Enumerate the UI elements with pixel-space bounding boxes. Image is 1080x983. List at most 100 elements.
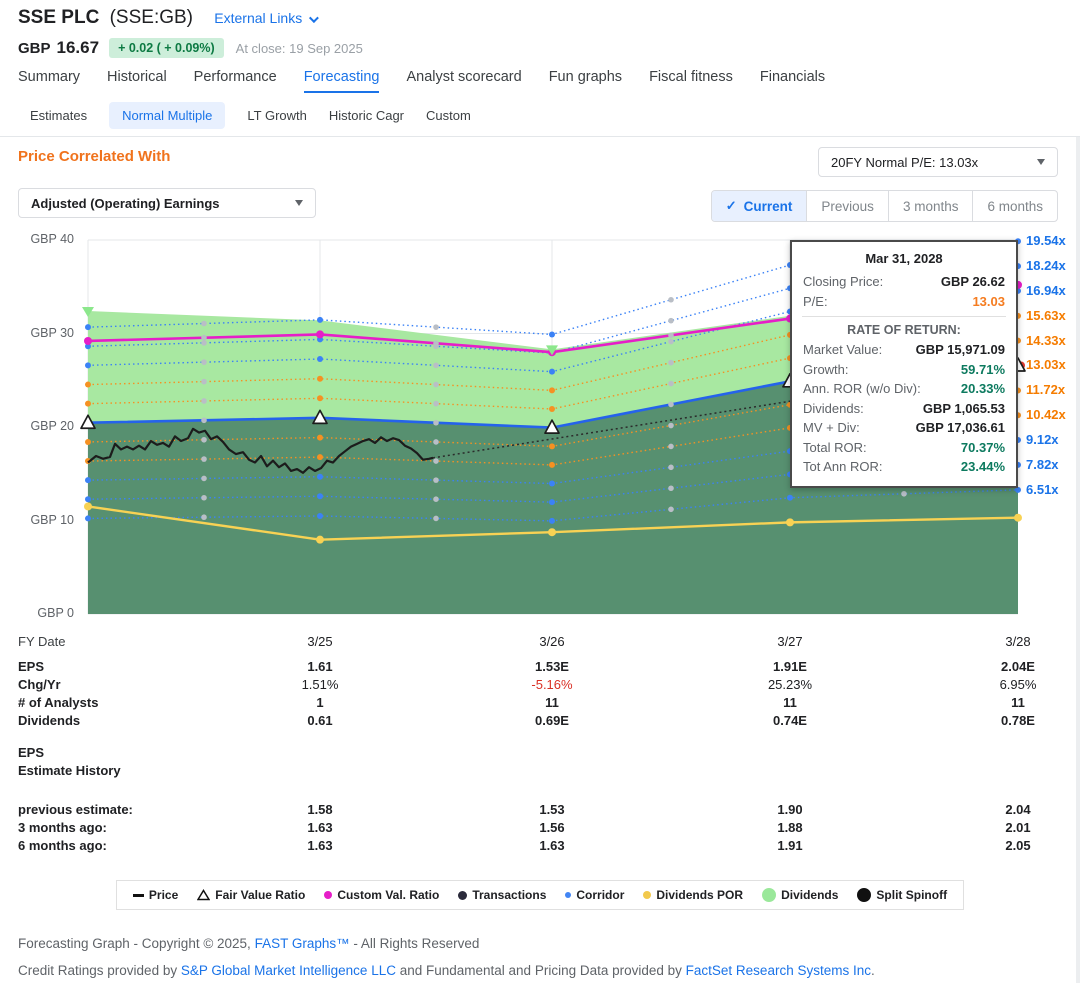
table-row: 6 months ago: 1.63 1.63 1.91 2.05: [0, 838, 1080, 856]
6-months-ago-value: 1.91: [777, 838, 803, 853]
check-icon: ✓: [725, 198, 737, 213]
subtab-estimates[interactable]: Estimates: [30, 108, 87, 123]
tab-forecasting[interactable]: Forecasting: [303, 69, 380, 93]
dividends-value: 0.74E: [773, 713, 807, 728]
analysts-value: 11: [1011, 695, 1025, 710]
table-row: # of Analysts 1 11 11 11: [0, 695, 1080, 713]
legend-transactions: Transactions: [458, 888, 546, 902]
credits-line: Credit Ratings provided by S&P Global Ma…: [18, 963, 875, 978]
copyright-line: Forecasting Graph - Copyright © 2025, FA…: [18, 936, 479, 951]
tab-historical[interactable]: Historical: [107, 69, 167, 93]
3-months-button[interactable]: 3 months: [887, 191, 973, 221]
price-correlated-heading: Price Correlated With: [18, 148, 171, 165]
tab-performance[interactable]: Performance: [194, 69, 277, 93]
tooltip-ann-ror: 20.33%: [960, 381, 1005, 396]
multiple-axis-label: 6.51x: [1026, 481, 1059, 497]
legend-price: Price: [132, 888, 179, 902]
tooltip-market-value: GBP 15,971.09: [915, 342, 1005, 357]
custom-valuation-dot-icon: [324, 891, 333, 899]
copyright-text: - All Rights Reserved: [349, 936, 480, 951]
price-value: 16.67: [56, 38, 100, 57]
6-months-ago-value: 2.05: [1005, 838, 1031, 853]
eps-label: EPS: [18, 659, 45, 674]
sub-nav: Estimates Normal Multiple LT Growth Hist…: [30, 102, 471, 129]
tooltip-label: MV + Div:: [803, 420, 860, 435]
current-button[interactable]: ✓ Current: [711, 191, 807, 221]
multiple-axis-label: 9.12x: [1026, 432, 1059, 448]
price-row: GBP 16.67 + 0.02 ( + 0.09%) At close: 19…: [18, 38, 363, 58]
subtab-normal-multiple[interactable]: Normal Multiple: [109, 102, 226, 129]
analysts-value: 11: [545, 695, 559, 710]
tooltip-label: Dividends:: [803, 400, 864, 416]
chart-tooltip: Mar 31, 2028 Closing Price: GBP 26.62 P/E…: [790, 240, 1018, 488]
6-months-ago-value: 1.63: [307, 838, 333, 853]
table-row: FY Date 3/25 3/26 3/27 3/28: [0, 634, 1080, 652]
company-name: SSE PLC: [18, 7, 100, 28]
caret-down-icon: [295, 200, 303, 206]
ticker-symbol: (SSE:GB): [109, 7, 193, 28]
controls-section: Price Correlated With 20FY Normal P/E: 1…: [0, 137, 1080, 228]
multiple-axis-label: 7.82x: [1026, 456, 1059, 472]
external-links-label: External Links: [214, 10, 303, 26]
y-axis-label: GBP 30: [30, 325, 74, 340]
previous-estimate-value: 2.04: [1005, 802, 1031, 817]
previous-button[interactable]: Previous: [806, 191, 888, 221]
legend-label: Price: [148, 888, 179, 902]
dividends-value: 0.61: [307, 713, 333, 728]
dividends-value: 0.78E: [1001, 713, 1035, 728]
fast-graphs-link[interactable]: FAST Graphs™: [255, 936, 350, 951]
fy-date: 3/28: [1005, 634, 1031, 649]
section-header: EPS: [0, 745, 1080, 763]
multiple-axis-label: 11.72x: [1026, 382, 1066, 398]
header: SSE PLC (SSE:GB) External Links GBP 16.6…: [0, 0, 1080, 137]
subtab-custom[interactable]: Custom: [426, 108, 471, 123]
tooltip-label: Closing Price:: [803, 274, 884, 289]
chg-yr-value: 1.51%: [301, 677, 339, 692]
tab-fun-graphs[interactable]: Fun graphs: [549, 69, 622, 93]
forecasting-chart[interactable]: GBP 40 GBP 30 GBP 20 GBP 10 GBP 0 19.54x 18.2…: [0, 228, 1080, 640]
fy-date: 3/26: [539, 634, 565, 649]
y-axis-label: GBP 0: [37, 606, 74, 620]
3-months-ago-label: 3 months ago:: [18, 820, 107, 835]
tooltip-label: Total ROR:: [803, 439, 867, 455]
current-button-label: Current: [743, 198, 793, 214]
multiple-axis-label: 10.42x: [1026, 407, 1066, 423]
y-axis-label: GBP 40: [30, 232, 74, 246]
subtab-lt-growth[interactable]: LT Growth: [247, 108, 306, 123]
3-months-ago-value: 2.01: [1005, 820, 1031, 835]
normal-pe-dropdown-value: 20FY Normal P/E: 13.03x: [831, 154, 979, 170]
metric-dropdown-value: Adjusted (Operating) Earnings: [31, 195, 220, 211]
sp-global-link[interactable]: S&P Global Market Intelligence LLC: [181, 963, 396, 978]
tooltip-divider: [802, 316, 1006, 317]
multiple-axis-label: 18.24x: [1026, 258, 1066, 274]
legend-label: Dividends: [781, 888, 839, 902]
legend-dividends-por: Dividends POR: [643, 888, 743, 902]
scroll-strip[interactable]: [1076, 137, 1080, 983]
tab-fiscal-fitness[interactable]: Fiscal fitness: [649, 69, 733, 93]
previous-estimate-label: previous estimate:: [18, 802, 133, 817]
legend-label: Fair Value Ratio: [215, 888, 306, 902]
legend-split-spinoff: Split Spinoff: [857, 888, 947, 902]
eps-value: 1.61: [307, 659, 333, 674]
eps-value: 1.53E: [535, 659, 569, 674]
legend-label: Corridor: [576, 888, 625, 902]
section-header: Estimate History: [0, 763, 1080, 781]
chg-yr-value: 25.23%: [767, 677, 813, 692]
external-links-dropdown[interactable]: External Links: [214, 10, 320, 26]
tab-analyst-scorecard[interactable]: Analyst scorecard: [406, 69, 521, 93]
price-axis: GBP 40 GBP 30 GBP 20 GBP 10 GBP 0: [0, 228, 80, 640]
6-months-button[interactable]: 6 months: [972, 191, 1057, 221]
legend-label: Custom Val. Ratio: [337, 888, 440, 902]
tooltip-label: Market Value:: [803, 342, 883, 357]
dividends-label: Dividends: [18, 713, 81, 728]
tab-financials[interactable]: Financials: [760, 69, 825, 93]
previous-estimate-value: 1.58: [307, 802, 333, 817]
subtab-historic-cagr[interactable]: Historic Cagr: [329, 108, 404, 123]
tab-summary[interactable]: Summary: [18, 69, 80, 93]
metric-dropdown[interactable]: Adjusted (Operating) Earnings: [18, 188, 316, 218]
6-months-ago-label: 6 months ago:: [18, 838, 107, 853]
legend-label: Dividends POR: [656, 888, 744, 902]
normal-pe-dropdown[interactable]: 20FY Normal P/E: 13.03x: [818, 147, 1058, 177]
chg-yr-value: -5.16%: [531, 677, 573, 692]
factset-link[interactable]: FactSet Research Systems Inc: [686, 963, 871, 978]
